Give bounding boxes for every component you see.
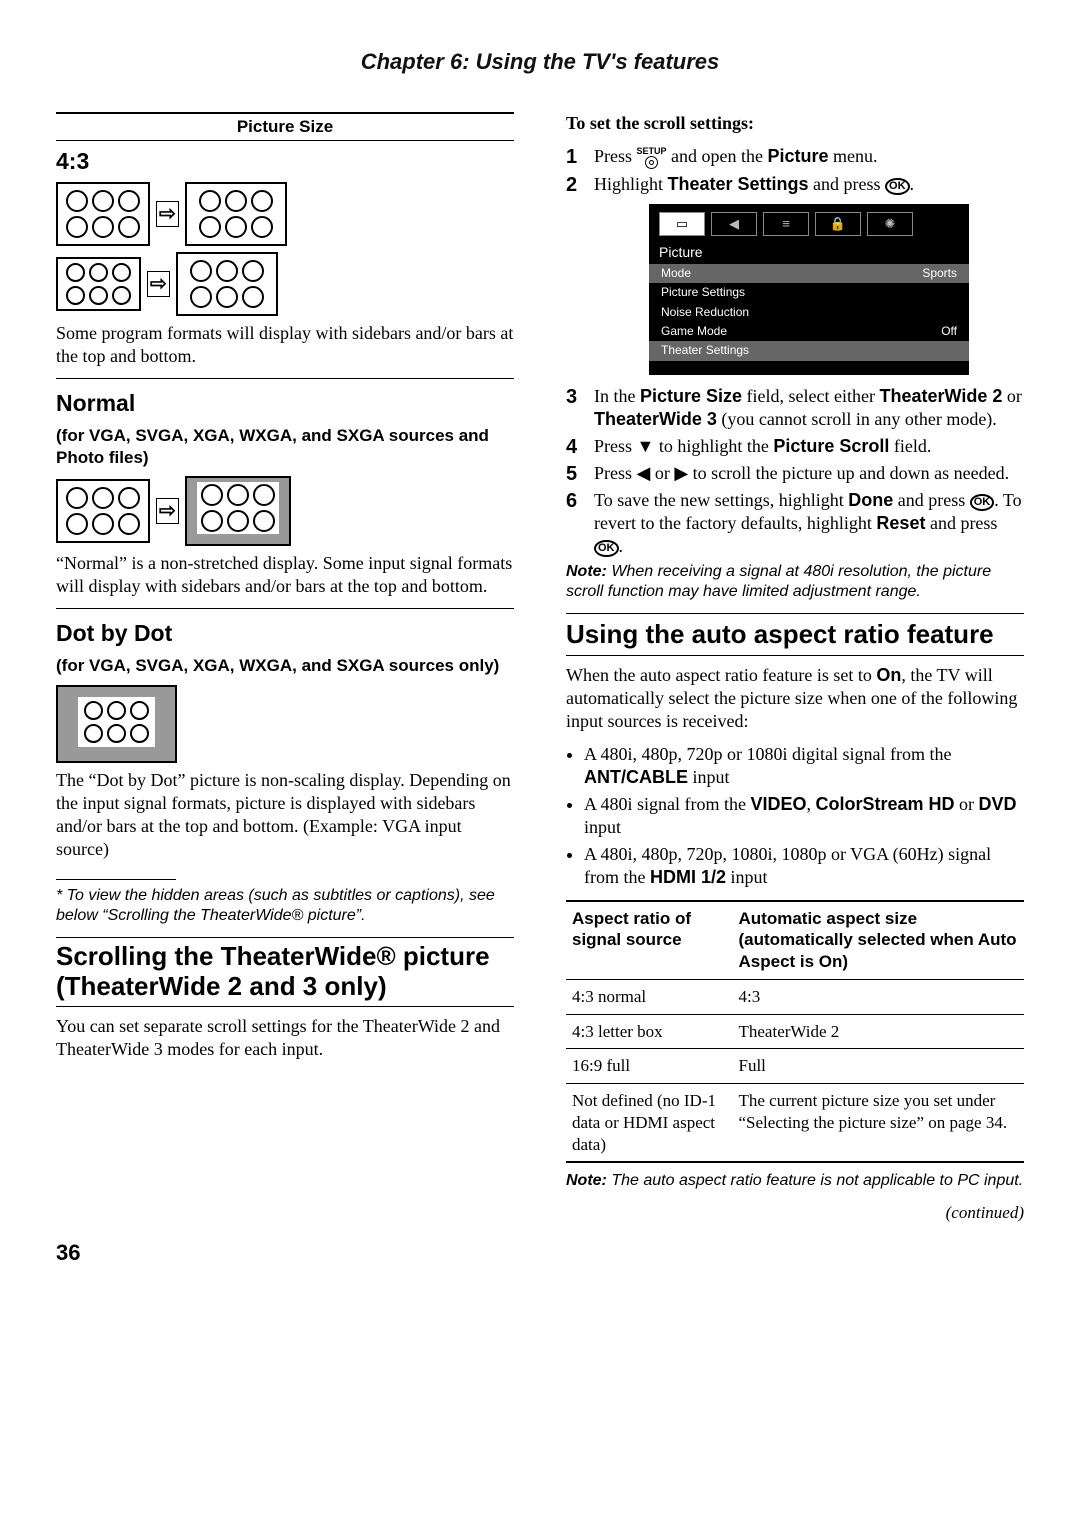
table-header: Automatic aspect size (automatically sel…: [733, 901, 1025, 980]
ok-icon: OK: [970, 494, 995, 511]
list-item: A 480i signal from the VIDEO, ColorStrea…: [584, 793, 1024, 839]
step-5: Press ◀ or ▶ to scroll the picture up an…: [566, 462, 1024, 485]
table-row: 16:9 fullFull: [566, 1049, 1024, 1084]
sub-dotbydot: (for VGA, SVGA, XGA, WXGA, and SXGA sour…: [56, 655, 514, 677]
ok-icon: OK: [885, 178, 910, 195]
illustration-4-3: ⇨ ⇨: [56, 182, 514, 316]
heading-normal: Normal: [56, 389, 514, 418]
step-6: To save the new settings, highlight Done…: [566, 489, 1024, 558]
menu-tab-picture-icon: ▭: [659, 212, 705, 236]
autoaspect-intro: When the auto aspect ratio feature is se…: [566, 664, 1024, 733]
step-1: Press SETUP and open the Picture menu.: [566, 145, 1024, 169]
menu-tab-lock-icon: 🔒: [815, 212, 861, 236]
right-column: To set the scroll settings: Press SETUP …: [566, 112, 1024, 1223]
step-4: Press ▼ to highlight the Picture Scroll …: [566, 435, 1024, 458]
table-header: Aspect ratio of signal source: [566, 901, 733, 980]
heading-autoaspect: Using the auto aspect ratio feature: [566, 613, 1024, 656]
menu-row: Theater Settings: [649, 341, 969, 360]
arrow-icon: ⇨: [156, 201, 179, 227]
heading-dotbydot: Dot by Dot: [56, 619, 514, 648]
menu-row: Picture Settings: [649, 283, 969, 302]
table-row: 4:3 normal4:3: [566, 979, 1024, 1014]
continued-label: (continued): [566, 1202, 1024, 1224]
aspect-table: Aspect ratio of signal source Automatic …: [566, 900, 1024, 1164]
caption-dotbydot: The “Dot by Dot” picture is non-scaling …: [56, 769, 514, 861]
footnote: * To view the hidden areas (such as subt…: [56, 886, 514, 927]
sub-normal: (for VGA, SVGA, XGA, WXGA, and SXGA sour…: [56, 425, 514, 469]
caption-4-3: Some program formats will display with s…: [56, 322, 514, 368]
chapter-title: Chapter 6: Using the TV's features: [56, 48, 1024, 76]
menu-title: Picture: [649, 242, 969, 264]
page-number: 36: [56, 1239, 1024, 1267]
menu-tab-settings-icon: ✺: [867, 212, 913, 236]
step-2: Highlight Theater Settings and press OK.…: [566, 173, 1024, 375]
caption-scrolling: You can set separate scroll settings for…: [56, 1015, 514, 1061]
table-row: 4:3 letter boxTheaterWide 2: [566, 1014, 1024, 1049]
step-3: In the Picture Size field, select either…: [566, 385, 1024, 431]
list-item: A 480i, 480p, 720p or 1080i digital sign…: [584, 743, 1024, 789]
list-item: A 480i, 480p, 720p, 1080i, 1080p or VGA …: [584, 843, 1024, 889]
menu-row: ModeSports: [649, 264, 969, 283]
left-column: Picture Size 4:3 ⇨ ⇨: [56, 112, 514, 1223]
heading-4-3: 4:3: [56, 147, 514, 176]
picture-menu-screenshot: ▭ ◀ ≡ 🔒 ✺ Picture ModeSports Picture Set…: [649, 204, 969, 375]
note-scroll: Note: When receiving a signal at 480i re…: [566, 562, 1024, 603]
menu-tab-audio-icon: ◀: [711, 212, 757, 236]
caption-normal: “Normal” is a non-stretched display. Som…: [56, 552, 514, 598]
note-autoaspect: Note: The auto aspect ratio feature is n…: [566, 1171, 1024, 1191]
illustration-dotbydot: [56, 685, 514, 763]
heading-scrolling: Scrolling the TheaterWide® picture (Thea…: [56, 937, 514, 1007]
menu-tab-setup-icon: ≡: [763, 212, 809, 236]
table-row: Not defined (no ID-1 data or HDMI aspect…: [566, 1084, 1024, 1163]
arrow-icon: ⇨: [147, 271, 170, 297]
illustration-normal: ⇨: [56, 476, 514, 546]
picture-size-header: Picture Size: [56, 112, 514, 141]
menu-row: Game ModeOff: [649, 322, 969, 341]
steps-list: Press SETUP and open the Picture menu. H…: [566, 145, 1024, 558]
arrow-icon: ⇨: [156, 498, 179, 524]
heading-setscroll: To set the scroll settings:: [566, 112, 1024, 135]
menu-row: Noise Reduction: [649, 303, 969, 322]
autoaspect-bullets: A 480i, 480p, 720p or 1080i digital sign…: [584, 743, 1024, 889]
setup-menu-icon: SETUP: [637, 147, 667, 169]
ok-icon: OK: [594, 540, 619, 557]
